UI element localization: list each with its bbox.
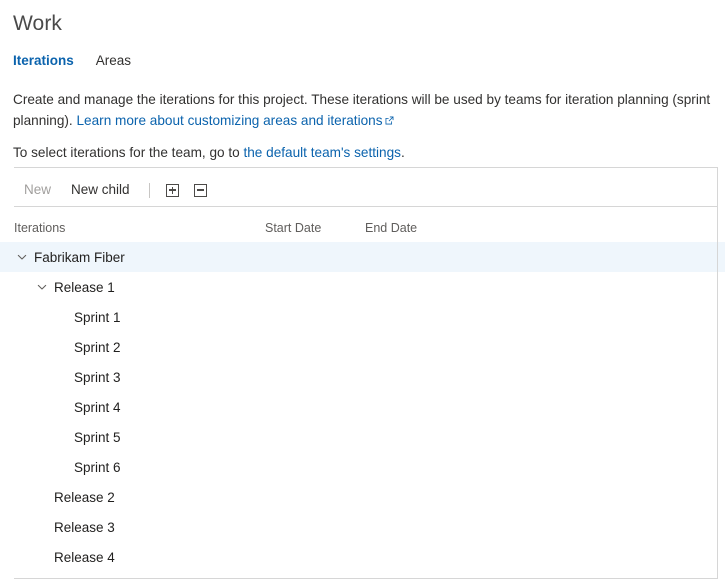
table-row[interactable]: Release 1: [0, 272, 725, 302]
iteration-node-label: Release 1: [50, 280, 115, 295]
table-row[interactable]: Sprint 2: [0, 332, 725, 362]
iteration-node-label: Sprint 6: [70, 460, 121, 475]
cell-iteration-name: Fabrikam Fiber: [14, 249, 265, 265]
default-team-settings-link[interactable]: the default team's settings: [243, 145, 401, 160]
table-row[interactable]: Release 2: [0, 482, 725, 512]
iteration-node-label: Sprint 2: [70, 340, 121, 355]
tree-toggle-placeholder: [34, 549, 50, 565]
table-row[interactable]: Release 4: [0, 542, 725, 572]
tree-toggle-placeholder: [54, 429, 70, 445]
collapse-all-button[interactable]: [187, 176, 215, 204]
table-row[interactable]: Sprint 1: [0, 302, 725, 332]
column-header-iterations[interactable]: Iterations: [14, 221, 265, 235]
table-row[interactable]: Release 3: [0, 512, 725, 542]
scrollbar-track-edge[interactable]: [717, 167, 718, 578]
tab-areas[interactable]: Areas: [96, 52, 131, 70]
table-row[interactable]: Sprint 3: [0, 362, 725, 392]
iteration-node-label: Sprint 1: [70, 310, 121, 325]
iterations-grid: Iterations Start Date End Date Fabrikam …: [0, 214, 725, 578]
description-text-2: To select iterations for the team, go to: [13, 145, 243, 160]
tree-toggle-placeholder: [34, 489, 50, 505]
expand-all-button[interactable]: [159, 176, 187, 204]
table-row[interactable]: Sprint 5: [0, 422, 725, 452]
new-child-button[interactable]: New child: [61, 176, 140, 204]
learn-more-link[interactable]: Learn more about customizing areas and i…: [76, 113, 382, 128]
cell-iteration-name: Sprint 6: [14, 459, 265, 475]
tree-toggle-placeholder: [54, 369, 70, 385]
cell-iteration-name: Release 1: [14, 279, 265, 295]
chevron-down-icon[interactable]: [34, 279, 50, 295]
page-title: Work: [13, 11, 62, 37]
cell-iteration-name: Sprint 3: [14, 369, 265, 385]
description-paragraph-2: To select iterations for the team, go to…: [13, 142, 713, 163]
chevron-down-icon[interactable]: [14, 249, 30, 265]
external-link-icon: [385, 116, 394, 125]
grid-header-row: Iterations Start Date End Date: [0, 214, 725, 242]
iteration-node-label: Sprint 3: [70, 370, 121, 385]
tree-toggle-placeholder: [54, 399, 70, 415]
tree-toggle-placeholder: [54, 339, 70, 355]
work-settings-page: Work Iterations Areas Create and manage …: [0, 0, 725, 580]
iteration-node-label: Sprint 4: [70, 400, 121, 415]
table-row[interactable]: Sprint 4: [0, 392, 725, 422]
cell-iteration-name: Release 4: [14, 549, 265, 565]
cell-iteration-name: Sprint 5: [14, 429, 265, 445]
tree-toggle-placeholder: [54, 459, 70, 475]
cell-iteration-name: Release 3: [14, 519, 265, 535]
tab-bar: Iterations Areas: [13, 52, 131, 70]
column-header-start-date[interactable]: Start Date: [265, 221, 365, 235]
cell-iteration-name: Sprint 2: [14, 339, 265, 355]
iteration-node-label: Release 3: [50, 520, 115, 535]
grid-body: Fabrikam Fiber Release 1 Sprint 1 Sprint 2 S…: [0, 242, 725, 572]
toolbar-separator: [149, 183, 150, 198]
divider-below-toolbar: [14, 206, 718, 207]
iteration-node-label: Sprint 5: [70, 430, 121, 445]
toolbar: New New child: [14, 176, 215, 204]
expand-all-icon: [166, 184, 179, 197]
description-text-2-end: .: [401, 145, 405, 160]
tree-toggle-placeholder: [34, 519, 50, 535]
description-paragraph-1: Create and manage the iterations for thi…: [13, 89, 713, 131]
divider-footer: [14, 578, 718, 579]
cell-iteration-name: Release 2: [14, 489, 265, 505]
cell-iteration-name: Sprint 4: [14, 399, 265, 415]
table-row[interactable]: Sprint 6: [0, 452, 725, 482]
column-header-end-date[interactable]: End Date: [365, 221, 465, 235]
new-button[interactable]: New: [14, 176, 61, 204]
collapse-all-icon: [194, 184, 207, 197]
divider-above-toolbar: [14, 167, 718, 168]
cell-iteration-name: Sprint 1: [14, 309, 265, 325]
tree-toggle-placeholder: [54, 309, 70, 325]
tab-iterations[interactable]: Iterations: [13, 52, 74, 70]
iteration-node-label: Fabrikam Fiber: [30, 250, 125, 265]
iteration-node-label: Release 2: [50, 490, 115, 505]
iteration-node-label: Release 4: [50, 550, 115, 565]
table-row[interactable]: Fabrikam Fiber: [0, 242, 725, 272]
